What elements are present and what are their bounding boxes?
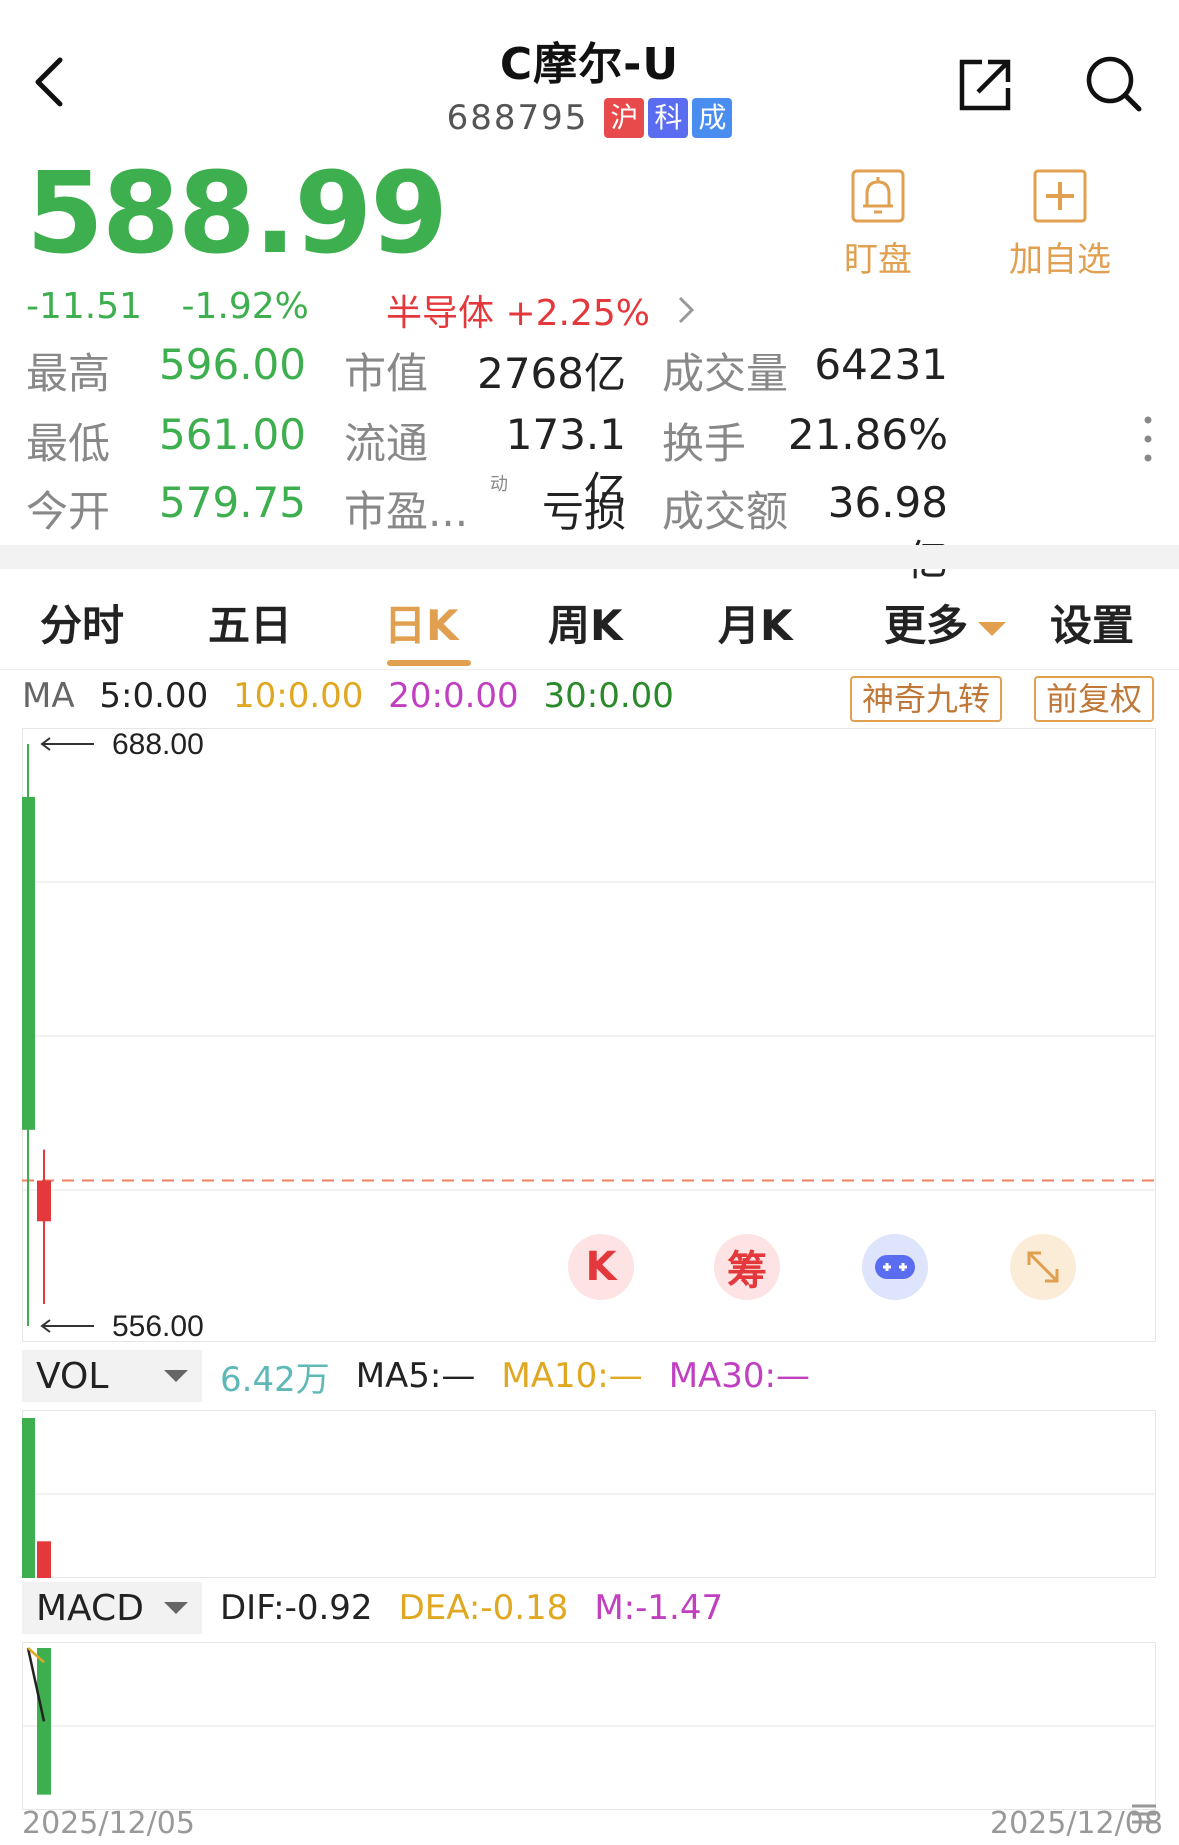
bell-icon bbox=[851, 169, 905, 223]
market-tag-star: 科 bbox=[648, 98, 689, 138]
caret-down-icon bbox=[164, 1370, 188, 1382]
chevron-right-icon bbox=[678, 296, 695, 324]
period-tabs: 分时 五日 日K 周K 月K 更多 设置 bbox=[0, 570, 1179, 670]
macd-m: M:-1.47 bbox=[594, 1588, 724, 1628]
macd-legend: MACD DIF:-0.92 DEA:-0.18 M:-1.47 bbox=[22, 1582, 749, 1634]
macd-indicator-label: MACD bbox=[36, 1587, 144, 1629]
ma30-value: 30:0.00 bbox=[543, 676, 674, 716]
ma10-value: 10:0.00 bbox=[233, 676, 364, 716]
macd-dea: DEA:-0.18 bbox=[398, 1588, 569, 1628]
stat-value-market-cap: 2768亿 bbox=[477, 349, 626, 398]
tab-daily-k[interactable]: 日K bbox=[384, 592, 459, 653]
plus-box-icon bbox=[1033, 169, 1087, 223]
stock-code: 688795 bbox=[446, 98, 589, 138]
sector-label: 半导体 +2.25% bbox=[386, 293, 650, 334]
ma5-value: 5:0.00 bbox=[99, 676, 209, 716]
watch-button[interactable]: 盯盘 bbox=[838, 168, 918, 281]
share-external-icon bbox=[959, 59, 1011, 111]
macd-indicator-select[interactable]: MACD bbox=[22, 1582, 202, 1634]
expand-button[interactable] bbox=[1010, 1234, 1076, 1300]
tab-more-label: 更多 bbox=[884, 601, 969, 650]
vertical-dots-icon bbox=[1144, 416, 1152, 462]
game-button[interactable] bbox=[862, 1234, 928, 1300]
volume-value: 6.42万 bbox=[220, 1359, 330, 1400]
stat-label: 最低 bbox=[26, 419, 111, 468]
search-icon bbox=[1086, 56, 1142, 112]
volume-ma30: MA30:— bbox=[668, 1356, 811, 1396]
volume-chart[interactable] bbox=[22, 1410, 1156, 1578]
section-divider bbox=[0, 545, 1179, 569]
stat-label: 换手 bbox=[662, 419, 747, 468]
stat-label: 最高 bbox=[26, 349, 111, 398]
stat-value-high: 596.00 bbox=[159, 340, 306, 389]
share-button[interactable] bbox=[956, 56, 1014, 114]
volume-legend: VOL 6.42万 MA5:— MA10:— MA30:— bbox=[22, 1350, 836, 1402]
stat-value-low: 561.00 bbox=[159, 410, 306, 459]
gamepad-icon bbox=[875, 1255, 915, 1279]
adjust-mode-button[interactable]: 前复权 bbox=[1034, 676, 1155, 722]
macd-dif: DIF:-0.92 bbox=[220, 1588, 373, 1628]
market-tag-component: 成 bbox=[692, 98, 733, 138]
search-button[interactable] bbox=[1084, 54, 1144, 114]
k-button[interactable]: K bbox=[568, 1234, 634, 1300]
add-watchlist-label: 加自选 bbox=[1009, 240, 1111, 280]
more-stats-button[interactable] bbox=[1140, 414, 1156, 464]
candle-body bbox=[37, 1180, 51, 1222]
current-price: 588.99 bbox=[26, 149, 448, 279]
stat-value-pe: 亏损 bbox=[541, 487, 626, 536]
volume-ma10: MA10:— bbox=[501, 1356, 643, 1396]
stat-label: 今开 bbox=[26, 487, 111, 536]
stat-label: 市盈... bbox=[344, 487, 469, 536]
stat-label: 市值 bbox=[344, 349, 429, 398]
header: C摩尔-U 688795 沪 科 成 bbox=[0, 0, 1179, 160]
ma-title: MA bbox=[22, 676, 75, 716]
drag-handle-icon[interactable] bbox=[1130, 1800, 1158, 1828]
magic-nine-button[interactable]: 神奇九转 bbox=[850, 676, 1003, 722]
tab-weekly-k[interactable]: 周K bbox=[548, 592, 623, 653]
stat-value-open: 579.75 bbox=[159, 478, 306, 527]
min-price-label: 556.00 bbox=[112, 1310, 204, 1342]
start-date-label: 2025/12/05 bbox=[22, 1806, 195, 1841]
tab-intraday[interactable]: 分时 bbox=[40, 592, 124, 653]
stats-row: 最高 596.00 市值 2768亿 成交量 64231 bbox=[26, 340, 1146, 400]
ma-legend: MA 5:0.00 10:0.00 20:0.00 30:0.00 bbox=[22, 676, 688, 716]
market-tag-sh: 沪 bbox=[604, 98, 645, 138]
stat-label: 成交额 bbox=[662, 487, 789, 536]
add-watchlist-button[interactable]: 加自选 bbox=[1000, 168, 1120, 281]
stat-value-volume: 64231 bbox=[814, 340, 948, 389]
tab-five-day[interactable]: 五日 bbox=[208, 592, 292, 653]
stat-value-turnover: 21.86% bbox=[787, 410, 948, 459]
active-tab-indicator bbox=[387, 660, 471, 666]
sector-link[interactable]: 半导体 +2.25% bbox=[386, 284, 696, 336]
tab-more[interactable]: 更多 bbox=[884, 592, 1007, 653]
stats-row: 今开 579.75 市盈... 动 亏损 成交额 36.98亿 bbox=[26, 474, 1146, 585]
chip-distribution-button[interactable]: 筹 bbox=[714, 1234, 780, 1300]
volume-indicator-label: VOL bbox=[36, 1355, 109, 1397]
volume-ma5: MA5:— bbox=[355, 1356, 476, 1396]
stats-row: 最低 561.00 流通 173.1亿 换手 21.86% bbox=[26, 410, 1146, 517]
watch-label: 盯盘 bbox=[844, 240, 912, 280]
volume-bar bbox=[22, 1418, 35, 1578]
expand-arrows-icon bbox=[1027, 1251, 1059, 1283]
volume-bar bbox=[37, 1541, 51, 1578]
stat-label: 流通 bbox=[344, 419, 429, 468]
stat-label: 成交量 bbox=[662, 349, 789, 398]
ma20-value: 20:0.00 bbox=[388, 676, 519, 716]
volume-indicator-select[interactable]: VOL bbox=[22, 1350, 202, 1402]
tab-monthly-k[interactable]: 月K bbox=[718, 592, 793, 653]
caret-down-icon bbox=[164, 1602, 188, 1614]
change-row: -11.51 -1.92% bbox=[26, 286, 337, 327]
candle-body bbox=[22, 796, 35, 1130]
price-change: -11.51 bbox=[26, 286, 143, 327]
max-price-label: 688.00 bbox=[112, 728, 204, 761]
caret-down-icon bbox=[978, 621, 1007, 636]
price-change-pct: -1.92% bbox=[181, 286, 309, 327]
tab-settings[interactable]: 设置 bbox=[1050, 592, 1134, 653]
macd-chart[interactable] bbox=[22, 1642, 1156, 1810]
